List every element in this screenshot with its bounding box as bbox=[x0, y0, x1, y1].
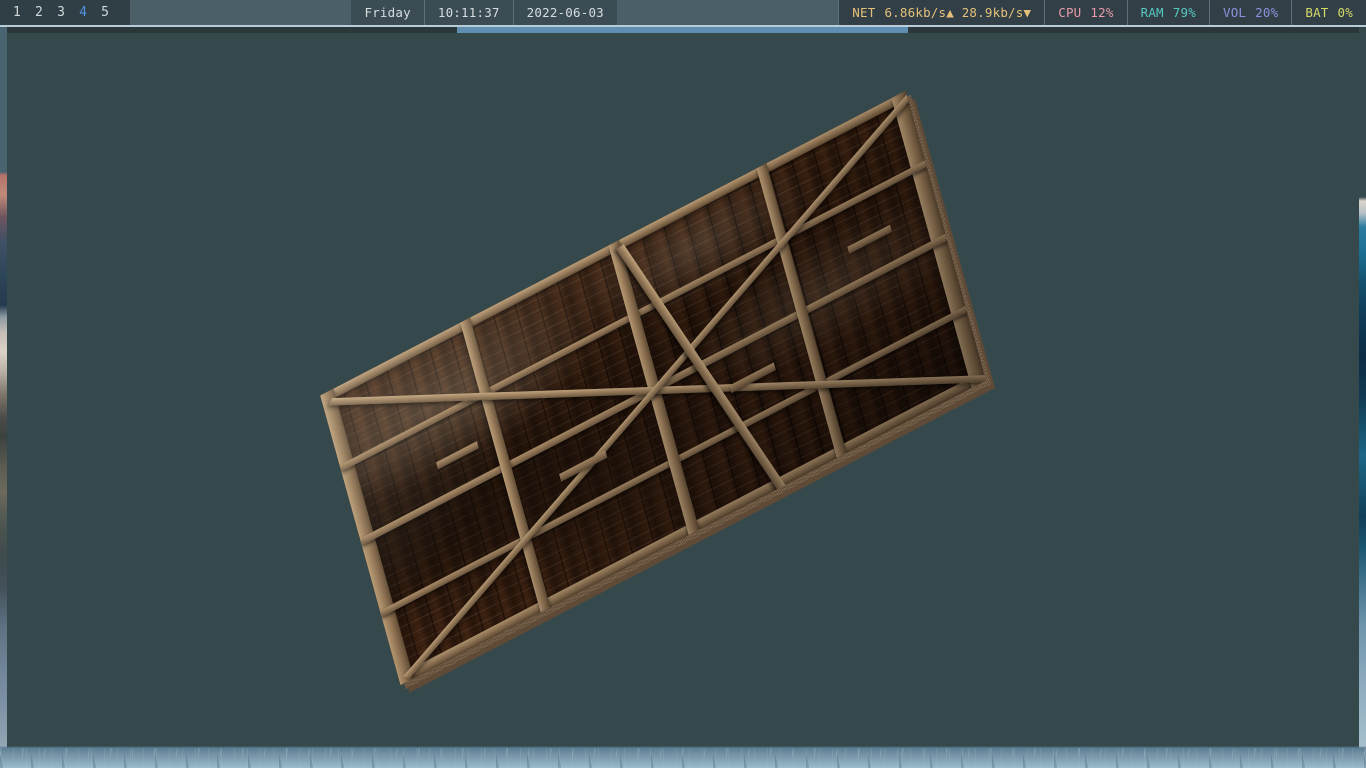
battery-value: 0% bbox=[1337, 5, 1353, 20]
volume-value: 20% bbox=[1255, 5, 1279, 20]
net-label: NET bbox=[852, 5, 876, 20]
panel-face bbox=[320, 90, 986, 686]
ram-value: 79% bbox=[1172, 5, 1196, 20]
ram-label: RAM bbox=[1140, 5, 1164, 20]
clock-day[interactable]: Friday bbox=[351, 0, 424, 25]
workspace-item-2[interactable]: 2 bbox=[28, 0, 50, 25]
wallpaper-right-sliver bbox=[1359, 27, 1366, 768]
battery-indicator[interactable]: BAT 0% bbox=[1291, 0, 1366, 25]
workspace-item-1[interactable]: 1 bbox=[6, 0, 28, 25]
cpu-value: 12% bbox=[1090, 5, 1114, 20]
model-stage[interactable] bbox=[7, 27, 1359, 768]
net-indicator[interactable]: NET 6.86kb/s▲ 28.9kb/s▼ bbox=[838, 0, 1045, 25]
status-bar: 1 2 3 4 5 Friday 10:11:37 2022-06-03 NET… bbox=[0, 0, 1366, 27]
wooden-plank-platform[interactable] bbox=[320, 90, 992, 690]
wallpaper-left-sliver bbox=[0, 27, 7, 768]
workspace-item-4[interactable]: 4 bbox=[72, 0, 94, 25]
model-viewport[interactable] bbox=[7, 27, 1359, 768]
status-bar-spacer-right bbox=[616, 0, 839, 25]
wallpaper-bottom-sliver bbox=[0, 744, 1366, 768]
cpu-label: CPU bbox=[1058, 5, 1082, 20]
clock-time[interactable]: 10:11:37 bbox=[423, 0, 513, 25]
volume-label: VOL bbox=[1222, 5, 1247, 20]
status-bar-spacer bbox=[130, 0, 352, 25]
ram-indicator[interactable]: RAM 79% bbox=[1126, 0, 1209, 25]
clock-date[interactable]: 2022-06-03 bbox=[512, 0, 617, 25]
desktop-screen: 1 2 3 4 5 Friday 10:11:37 2022-06-03 NET… bbox=[0, 0, 1366, 768]
workspace-switcher[interactable]: 1 2 3 4 5 bbox=[0, 0, 131, 25]
workspace-item-5[interactable]: 5 bbox=[94, 0, 116, 25]
net-value: 6.86kb/s▲ 28.9kb/s▼ bbox=[884, 5, 1032, 20]
battery-label: BAT bbox=[1305, 5, 1329, 20]
cpu-indicator[interactable]: CPU 12% bbox=[1044, 0, 1127, 25]
volume-indicator[interactable]: VOL 20% bbox=[1208, 0, 1292, 25]
workspace-item-3[interactable]: 3 bbox=[50, 0, 72, 25]
